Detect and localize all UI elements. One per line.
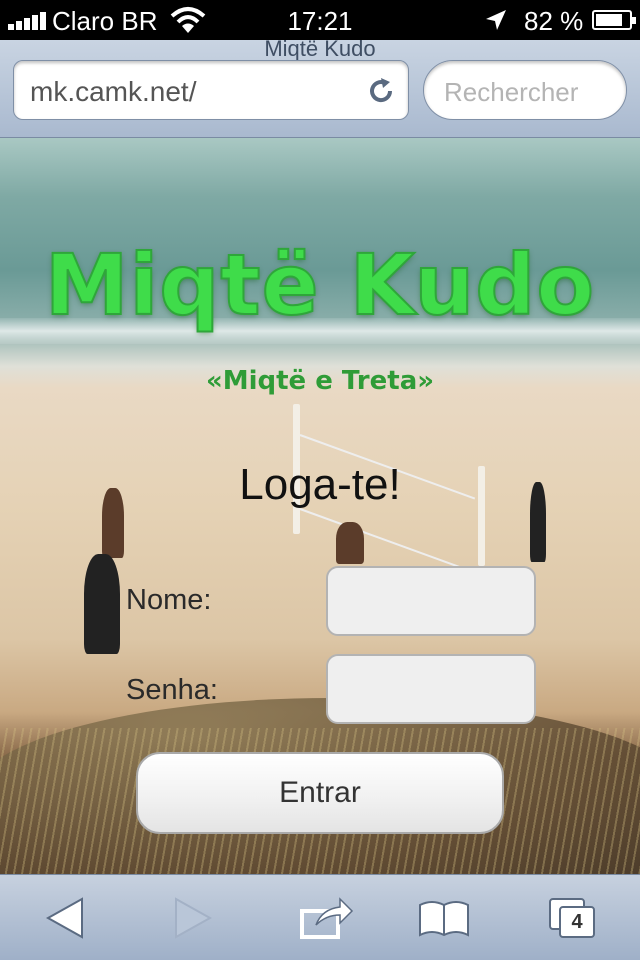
back-icon[interactable]	[34, 895, 94, 941]
location-arrow-icon	[486, 10, 506, 30]
forward-icon[interactable]	[162, 895, 222, 941]
address-bar: Miqtë Kudo mk.camk.net/ Rechercher	[0, 36, 640, 138]
search-field[interactable]: Rechercher	[423, 60, 627, 120]
url-text: mk.camk.net/	[30, 76, 197, 107]
tab-count: 4	[571, 911, 583, 933]
battery-icon	[592, 10, 636, 30]
password-input[interactable]	[326, 654, 536, 724]
page-title: Miqtë Kudo	[264, 36, 376, 61]
status-bar: Claro BR 17:21 82 %	[0, 0, 640, 40]
password-label: Senha:	[126, 674, 218, 706]
name-label: Nome:	[126, 584, 212, 616]
url-field[interactable]: mk.camk.net/	[13, 60, 409, 120]
page-content: Miqtë Kudo «Miqtë e Treta» Loga-te! Nome…	[0, 138, 640, 874]
site-logo: Miqtë Kudo	[44, 235, 596, 335]
search-placeholder: Rechercher	[444, 77, 579, 107]
beach-person	[84, 554, 120, 654]
name-input[interactable]	[326, 566, 536, 636]
tabs-icon[interactable]: 4	[546, 895, 606, 941]
beach-person	[336, 522, 364, 564]
site-tagline: «Miqtë e Treta»	[205, 366, 435, 396]
share-icon[interactable]	[296, 895, 356, 941]
submit-button[interactable]: Entrar	[136, 752, 504, 834]
reload-icon[interactable]	[366, 76, 396, 106]
volleyball-net	[299, 508, 476, 574]
browser-toolbar: 4	[0, 874, 640, 960]
battery-percent: 82 %	[524, 6, 584, 36]
login-title: Loga-te!	[239, 460, 401, 509]
bookmarks-icon[interactable]	[414, 895, 474, 941]
